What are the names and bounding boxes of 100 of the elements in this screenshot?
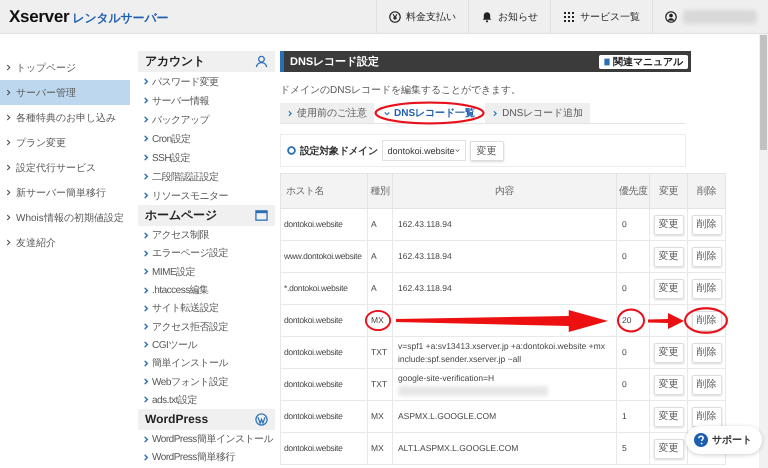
column-header: 優先度 bbox=[616, 174, 650, 208]
delete-button[interactable]: 削除 bbox=[692, 342, 722, 362]
delete-button[interactable]: 削除 bbox=[692, 214, 722, 234]
table-cell: 162.43.118.94 bbox=[392, 208, 616, 240]
header-link[interactable]: お知らせ bbox=[468, 0, 550, 33]
table-cell: *.dontokoi.website bbox=[280, 272, 368, 304]
domain-select[interactable]: dontokoi.website bbox=[382, 140, 466, 161]
arrow bbox=[648, 312, 684, 330]
edit-button[interactable]: 変更 bbox=[654, 278, 684, 298]
menu-item[interactable]: Webフォント設定 bbox=[138, 372, 275, 391]
menu-item[interactable]: ads.txt設定 bbox=[138, 390, 275, 409]
chevron-icon bbox=[143, 396, 149, 404]
chevron-icon bbox=[384, 110, 390, 116]
chevron-icon bbox=[143, 154, 149, 161]
table-cell: v=spf1 +a:sv13413.xserver.jp +a:dontokoi.website +mx include:spf.sender.xserver.jp ~all bbox=[392, 336, 616, 368]
menu-item[interactable]: 簡単インストール bbox=[138, 354, 275, 372]
delete-button[interactable]: 削除 bbox=[692, 278, 722, 298]
scrollbar-thumb[interactable] bbox=[760, 35, 767, 150]
annotation-circle bbox=[683, 306, 729, 335]
chevron-icon bbox=[143, 341, 149, 348]
nav-item[interactable]: サーバー管理 bbox=[0, 80, 130, 105]
table-cell: ALT1.ASPMX.L.GOOGLE.COM bbox=[392, 432, 616, 464]
menu-item[interactable]: Cron設定 bbox=[138, 129, 275, 148]
chevron-icon bbox=[143, 78, 149, 85]
nav-item[interactable]: トップページ bbox=[0, 55, 130, 80]
menu-item[interactable]: SSH設定 bbox=[138, 148, 275, 167]
book-icon bbox=[604, 58, 610, 66]
logo-text[interactable]: Xserver bbox=[9, 6, 70, 26]
logo-subtitle[interactable]: レンタルサーバー bbox=[72, 10, 168, 26]
scrollbar[interactable] bbox=[759, 34, 768, 468]
change-domain-button[interactable]: 変更 bbox=[470, 140, 504, 160]
nav-item[interactable]: 新サーバー簡単移行 bbox=[0, 180, 130, 205]
nav-item[interactable]: プラン変更 bbox=[0, 130, 130, 155]
delete-button[interactable]: 削除 bbox=[692, 374, 722, 394]
radio-icon bbox=[287, 146, 296, 155]
chevron-icon bbox=[492, 110, 498, 116]
description-text: ドメインのDNSレコードを編集することができます。 bbox=[280, 84, 522, 97]
table-cell: dontokoi.website bbox=[280, 368, 368, 400]
table-cell: www.dontokoi.website bbox=[280, 240, 368, 272]
support-button[interactable]: サポート bbox=[686, 426, 762, 454]
tab[interactable]: DNSレコード追加 bbox=[485, 103, 590, 123]
menu-item[interactable]: サイト転送設定 bbox=[138, 299, 275, 318]
column-header: 種別 bbox=[368, 174, 392, 208]
menu-item[interactable]: .htaccess編集 bbox=[138, 280, 275, 300]
delete-button[interactable]: 削除 bbox=[692, 406, 722, 426]
edit-button[interactable]: 変更 bbox=[654, 214, 684, 234]
column-header: 削除 bbox=[688, 174, 726, 208]
table-cell: TXT bbox=[368, 368, 392, 400]
edit-button[interactable]: 変更 bbox=[654, 438, 684, 458]
menu-item[interactable]: サーバー情報 bbox=[138, 91, 275, 110]
menu-item[interactable]: バックアップ bbox=[138, 110, 275, 129]
chevron-icon bbox=[143, 250, 149, 257]
chevron-icon bbox=[6, 114, 11, 121]
wordpress-icon bbox=[255, 412, 268, 426]
chevron-icon bbox=[6, 239, 11, 246]
table-cell: 20 bbox=[616, 304, 650, 336]
menu-item[interactable]: WordPress簡単移行 bbox=[138, 448, 275, 467]
menu-item[interactable]: エラーページ設定 bbox=[138, 244, 275, 263]
edit-button[interactable]: 変更 bbox=[654, 406, 684, 426]
chevron-icon bbox=[6, 189, 11, 196]
domain-label: 設定対象ドメイン bbox=[300, 144, 378, 158]
menu-item[interactable]: 二段階認証設定 bbox=[138, 167, 275, 186]
chevron-icon bbox=[143, 232, 149, 239]
edit-button[interactable]: 変更 bbox=[654, 246, 684, 266]
table-cell: dontokoi.website bbox=[280, 304, 368, 336]
chevron-icon bbox=[143, 173, 149, 180]
menu-item[interactable]: アクセス制限 bbox=[138, 226, 275, 244]
menu-item[interactable]: MIME設定 bbox=[138, 262, 275, 281]
menu-item[interactable]: アクセス拒否設定 bbox=[138, 317, 275, 336]
nav-item[interactable]: 各種特典のお申し込み bbox=[0, 105, 130, 130]
chevron-icon bbox=[143, 454, 149, 461]
user-icon[interactable] bbox=[665, 10, 677, 22]
annotation-circle bbox=[364, 309, 392, 332]
delete-button[interactable]: 削除 bbox=[692, 246, 722, 266]
chevron-icon bbox=[143, 135, 149, 142]
table-cell: MX bbox=[368, 304, 392, 336]
chevron-icon bbox=[6, 64, 11, 71]
menu-item[interactable]: CGIツール bbox=[138, 336, 275, 354]
edit-button[interactable]: 変更 bbox=[654, 342, 684, 362]
tab[interactable]: 使用前のご注意 bbox=[280, 103, 374, 123]
caret-icon bbox=[454, 148, 460, 153]
chevron-icon bbox=[143, 192, 149, 199]
help-icon bbox=[694, 433, 708, 447]
browser-window-icon bbox=[255, 209, 268, 222]
menu-item[interactable]: パスワード変更 bbox=[138, 72, 275, 91]
header-link[interactable]: サービス一覧 bbox=[550, 0, 652, 33]
tab[interactable]: DNSレコード一覧 bbox=[377, 103, 482, 123]
menu-item[interactable]: WordPress簡単インストール bbox=[138, 430, 275, 448]
manual-button[interactable]: 関連マニュアル bbox=[599, 54, 688, 68]
nav-item[interactable]: 設定代行サービス bbox=[0, 155, 130, 180]
delete-button[interactable]: 削除 bbox=[692, 310, 722, 330]
header-link[interactable]: 料金支払い bbox=[376, 0, 468, 33]
chevron-icon bbox=[143, 268, 149, 276]
menu-item[interactable]: リソースモニター bbox=[138, 186, 275, 205]
nav-item[interactable]: Whois情報の初期値設定 bbox=[0, 205, 130, 230]
table-cell: 0 bbox=[616, 368, 650, 400]
nav-item[interactable]: 友達紹介 bbox=[0, 230, 130, 255]
edit-button[interactable]: 変更 bbox=[654, 374, 684, 394]
table-cell: 162.43.118.94 bbox=[392, 240, 616, 272]
table-cell: dontokoi.website bbox=[280, 400, 368, 432]
